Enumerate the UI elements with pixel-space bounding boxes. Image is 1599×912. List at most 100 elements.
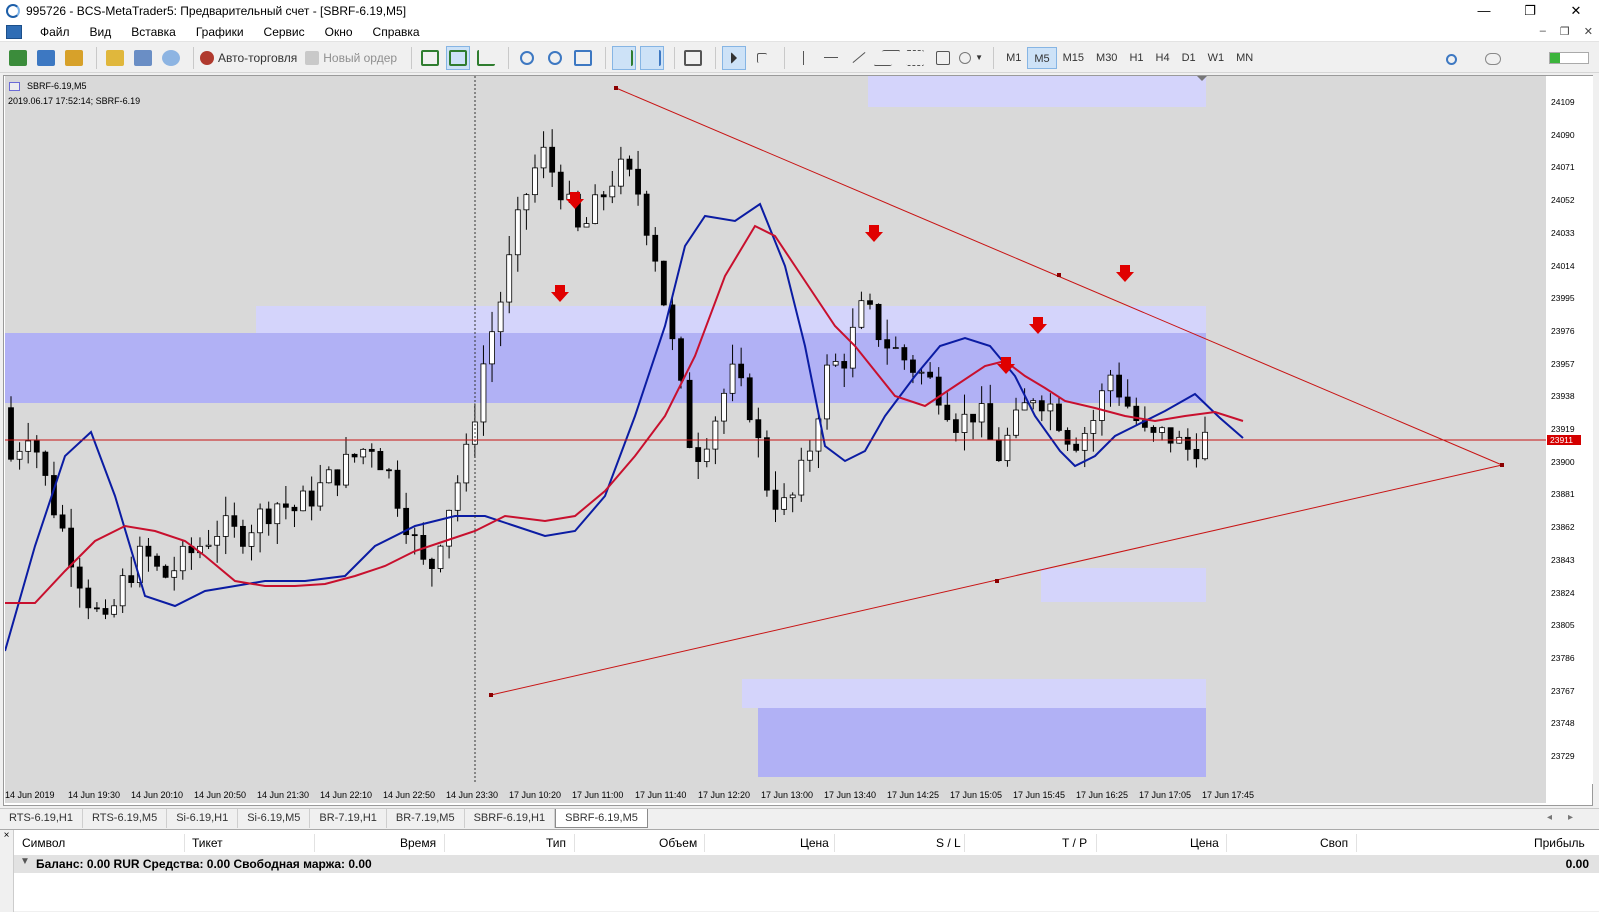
candle-body [798,459,805,496]
menu-insert[interactable]: Вставка [121,25,186,39]
chat-button[interactable] [1481,47,1505,71]
symbol-icon [9,82,20,91]
candle-body [1081,432,1088,451]
mdi-restore-button[interactable]: ❐ [1560,25,1570,38]
timeframe-m15[interactable]: M15 [1057,47,1090,69]
close-icon[interactable]: × [0,830,13,841]
col-type[interactable]: Тип [546,836,566,850]
tab-sbrf-h1[interactable]: SBRF-6.19,H1 [465,809,556,828]
zoom-in-icon [520,50,535,65]
data-window-button[interactable] [131,46,155,70]
text-button[interactable] [931,46,955,70]
col-profit[interactable]: Прибыль [1534,836,1585,850]
menu-window[interactable]: Окно [315,25,363,39]
navigator-button[interactable] [103,46,127,70]
candle-body [781,497,787,510]
col-price[interactable]: Цена [800,836,829,850]
new-chart-icon [9,49,27,66]
col-current-price[interactable]: Цена [1190,836,1219,850]
candle-body [686,379,693,448]
horizontal-line-button[interactable] [819,46,843,70]
shapes-dropdown-button[interactable]: ▼ [959,46,983,70]
auto-trading-button[interactable]: Авто-торговля [200,46,301,70]
chart-window-icon[interactable] [6,24,22,39]
chart-shift-marker[interactable] [1197,76,1207,81]
trend-line-button[interactable] [847,46,871,70]
col-swap[interactable]: Своп [1320,836,1348,850]
zoom-out-button[interactable] [543,46,567,70]
toolbar-separator [605,46,607,69]
menu-charts[interactable]: Графики [186,25,254,39]
col-ticket[interactable]: Тикет [192,836,223,850]
menu-tools[interactable]: Сервис [254,25,315,39]
timeframe-mn[interactable]: MN [1230,47,1259,69]
tab-br-h1[interactable]: BR-7.19,H1 [310,809,387,828]
crosshair-button[interactable] [750,46,774,70]
tab-rts-h1[interactable]: RTS-6.19,H1 [0,809,83,828]
market-watch-button[interactable] [62,46,86,70]
candle-body [343,453,349,486]
time-label: 14 Jun 22:50 [383,790,436,800]
candle-body [257,508,264,534]
candlestick-button[interactable] [446,45,471,70]
candle-body [25,440,32,452]
tab-rts-m5[interactable]: RTS-6.19,M5 [83,809,168,828]
minimize-button[interactable]: — [1461,0,1507,22]
price-scale[interactable]: 24109 24090 24071 24052 24033 24014 23995 23976… [1547,76,1593,784]
resistance-zone [5,333,1206,403]
tab-sbrf-m5[interactable]: SBRF-6.19,M5 [555,809,648,828]
candle-body [317,482,324,507]
maximize-button[interactable]: ❐ [1507,0,1553,22]
mdi-minimize-button[interactable]: – [1540,25,1546,38]
col-symbol[interactable]: Символ [22,836,65,850]
zoom-in-button[interactable] [515,46,539,70]
candle-body [755,419,762,439]
cursor-button[interactable] [722,45,747,70]
new-order-button[interactable]: Новый ордер [305,46,401,70]
timeframe-h4[interactable]: H4 [1150,47,1176,69]
timeframe-m1[interactable]: M1 [1000,47,1027,69]
equidistant-channel-button[interactable] [873,46,901,70]
auto-scroll-button[interactable] [612,45,637,70]
collapse-arrow-icon[interactable]: ▼ [20,856,30,867]
time-label: 17 Jun 17:45 [1202,790,1255,800]
candle-body [274,503,281,525]
tab-si-h1[interactable]: Si-6.19,H1 [167,809,239,828]
close-button[interactable]: ✕ [1553,0,1599,22]
chart-area[interactable]: SBRF-6.19,M5 2019.06.17 17:52:14; SBRF-6… [5,76,1546,803]
chart-shift-button[interactable] [640,45,665,70]
vertical-line-button[interactable] [791,46,815,70]
timeframe-w1[interactable]: W1 [1202,47,1231,69]
mdi-close-button[interactable]: ✕ [1584,25,1593,38]
col-tp[interactable]: T / P [1062,836,1087,850]
menu-help[interactable]: Справка [363,25,430,39]
timeframe-m5[interactable]: M5 [1027,46,1057,69]
bar-chart-button[interactable] [418,46,442,70]
price-label: 24071 [1551,162,1575,173]
profiles-button[interactable] [34,46,58,70]
fibonacci-button[interactable] [903,46,927,70]
candle-body [480,363,487,423]
line-chart-icon [477,49,496,66]
col-volume[interactable]: Объем [659,836,697,850]
candle-body [248,532,255,547]
time-scale[interactable]: 14 Jun 2019 14 Jun 19:30 14 Jun 20:10 14 Ju… [5,788,1546,804]
indicators-button[interactable] [681,46,705,70]
tab-br-m5[interactable]: BR-7.19,M5 [387,809,465,828]
signals-button[interactable] [159,46,183,70]
line-chart-button[interactable] [474,46,498,70]
col-time[interactable]: Время [400,836,436,850]
data-window-icon [134,49,152,66]
search-button[interactable] [1439,47,1463,71]
tab-si-m5[interactable]: Si-6.19,M5 [238,809,311,828]
col-sl[interactable]: S / L [936,836,961,850]
menu-file[interactable]: Файл [30,25,80,39]
candle-body [910,359,916,373]
tile-windows-button[interactable] [571,46,595,70]
timeframe-m30[interactable]: M30 [1090,47,1123,69]
timeframe-d1[interactable]: D1 [1176,47,1202,69]
new-chart-button[interactable] [6,46,30,70]
timeframe-h1[interactable]: H1 [1123,47,1149,69]
tab-scroll-arrows[interactable]: ◂▸ [1547,812,1589,823]
menu-view[interactable]: Вид [80,25,122,39]
